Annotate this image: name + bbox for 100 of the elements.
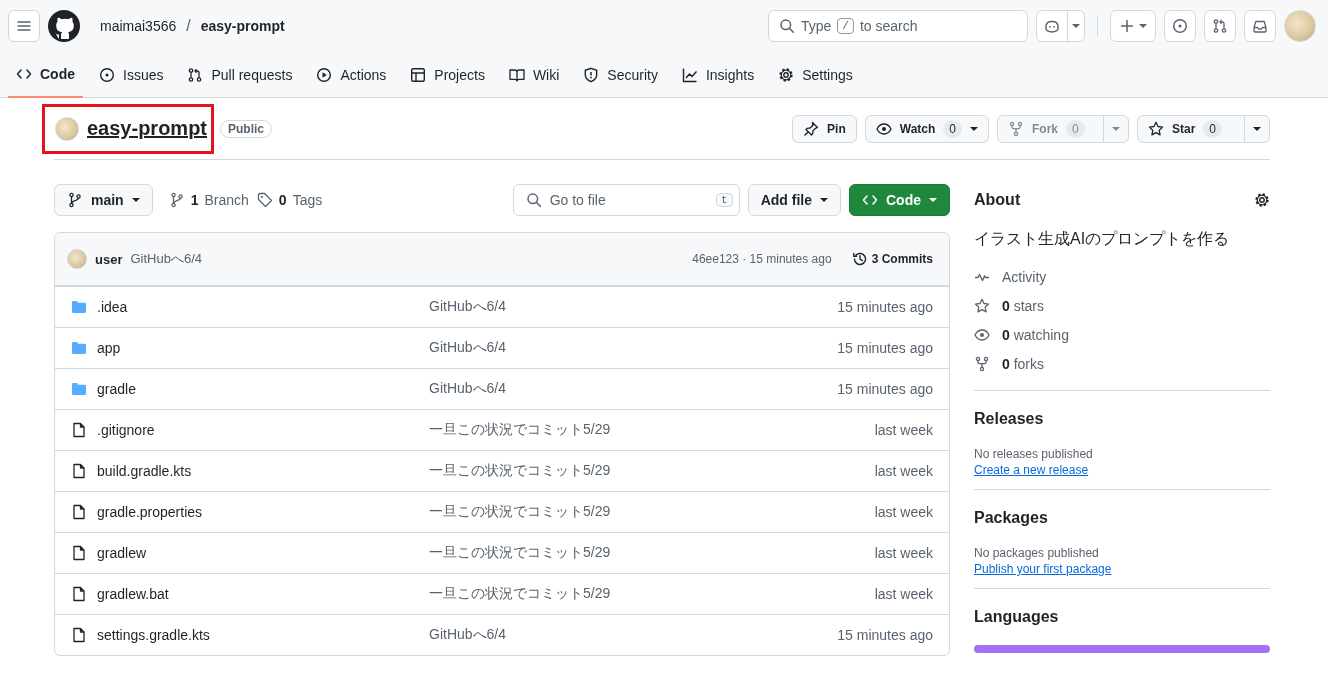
- shortcut-key: t: [716, 193, 733, 207]
- branch-selector[interactable]: main: [54, 184, 153, 216]
- commit-message[interactable]: GitHubへ6/4: [429, 298, 733, 316]
- pull-requests-button[interactable]: [1204, 10, 1236, 42]
- code-icon: [862, 192, 878, 208]
- search-hint: to search: [859, 18, 918, 34]
- nav-tab[interactable]: Actions: [308, 52, 395, 98]
- nav-tab[interactable]: Pull requests: [179, 52, 301, 98]
- caret-icon: [1072, 24, 1080, 28]
- eye-icon: [974, 326, 990, 343]
- branch-icon: [168, 192, 185, 208]
- tab-icon: [16, 66, 32, 82]
- count-label: 0: [1066, 119, 1085, 138]
- nav-tab[interactable]: Insights: [673, 52, 763, 98]
- tab-icon: [316, 67, 333, 83]
- folder-icon: [71, 340, 87, 356]
- file-icon: [71, 422, 87, 438]
- inbox-icon: [1252, 18, 1268, 34]
- commit-message[interactable]: 一旦この状況でコミット5/29: [429, 462, 733, 480]
- caret-icon: [1112, 126, 1120, 131]
- commit-message[interactable]: GitHubへ6/4: [429, 380, 733, 398]
- nav-tab[interactable]: Code: [8, 52, 83, 98]
- fork-icon: [974, 355, 990, 372]
- stat-link[interactable]: 0 watching: [1002, 326, 1069, 343]
- section-title: Packages: [974, 509, 1048, 527]
- nav-tab[interactable]: Security: [575, 52, 666, 98]
- file-search-field[interactable]: Go to file t: [512, 184, 740, 216]
- empty-note: No releases published: [974, 447, 1094, 461]
- breadcrumb-separator: /: [186, 17, 191, 35]
- commit-time: last week: [873, 422, 933, 438]
- commit-time: last week: [873, 463, 933, 479]
- commit-time: last week: [873, 586, 933, 602]
- commit-author[interactable]: user: [95, 251, 123, 267]
- caret-icon: [929, 198, 937, 202]
- stat-link[interactable]: 0 stars: [1002, 297, 1045, 314]
- commit-time: last week: [873, 545, 933, 561]
- tags-link[interactable]: 0 Tags: [256, 192, 323, 208]
- caret-icon: [1253, 126, 1261, 131]
- file-name[interactable]: gradlew: [97, 545, 147, 561]
- nav-tab[interactable]: Wiki: [500, 52, 568, 98]
- tab-icon: [681, 67, 698, 83]
- tab-icon: [99, 67, 115, 83]
- settings-icon[interactable]: [1254, 192, 1270, 208]
- logo-icon[interactable]: [48, 10, 80, 42]
- file-name[interactable]: .idea: [97, 299, 128, 315]
- file-name[interactable]: gradle: [97, 381, 136, 397]
- commit-message[interactable]: GitHubへ6/4: [429, 626, 733, 644]
- commit-hash-time[interactable]: 46ee123 · 15 minutes ago: [692, 252, 832, 266]
- repo-link[interactable]: easy-prompt: [200, 18, 285, 34]
- file-icon: [71, 586, 87, 602]
- commit-message[interactable]: GitHubへ6/4: [130, 250, 202, 268]
- star-icon: [1148, 120, 1164, 137]
- publish-package-link[interactable]: Publish your first package: [974, 562, 1112, 576]
- search-field[interactable]: Type / to search: [768, 10, 1028, 42]
- section-title: Releases: [974, 410, 1044, 428]
- file-name[interactable]: app: [97, 340, 121, 356]
- commit-message[interactable]: 一旦この状況でコミット5/29: [429, 544, 733, 562]
- eye-icon: [875, 120, 892, 137]
- nav-tab[interactable]: Settings: [770, 52, 861, 98]
- shortcut-key: /: [837, 18, 854, 34]
- pin-button[interactable]: Pin: [793, 115, 856, 142]
- menu-icon: [16, 18, 32, 34]
- folder-icon: [71, 381, 87, 397]
- repo-title[interactable]: easy-prompt: [87, 117, 208, 140]
- code-button[interactable]: Code: [849, 184, 950, 216]
- tab-icon: [508, 67, 525, 83]
- commit-message[interactable]: GitHubへ6/4: [429, 339, 733, 357]
- commit-message[interactable]: 一旦この状況でコミット5/29: [429, 503, 733, 521]
- file-name[interactable]: build.gradle.kts: [97, 463, 192, 479]
- caret-icon: [970, 126, 978, 131]
- branches-link[interactable]: 1 Branch: [168, 192, 249, 208]
- pull-request-icon: [1212, 18, 1228, 34]
- file-icon: [71, 627, 87, 643]
- search-icon: [779, 18, 795, 34]
- owner-link[interactable]: maimai3566: [100, 18, 177, 34]
- stat-link[interactable]: Activity: [1002, 268, 1047, 285]
- file-icon: [71, 504, 87, 520]
- nav-tab[interactable]: Projects: [402, 52, 493, 98]
- create-release-link[interactable]: Create a new release: [974, 463, 1089, 477]
- stat-link[interactable]: 0 forks: [1002, 355, 1045, 372]
- commit-time: 15 minutes ago: [836, 627, 933, 643]
- menu-button[interactable]: [8, 10, 40, 42]
- file-name[interactable]: .gitignore: [97, 422, 155, 438]
- commit-message[interactable]: 一旦この状況でコミット5/29: [429, 585, 733, 603]
- robot-icon: [1044, 18, 1060, 34]
- file-name[interactable]: settings.gradle.kts: [97, 627, 210, 643]
- nav-tab[interactable]: Issues: [91, 52, 172, 98]
- file-icon: [71, 545, 87, 561]
- inbox-button[interactable]: [1244, 10, 1276, 42]
- pin-icon: [803, 120, 820, 137]
- file-name[interactable]: gradlew.bat: [97, 586, 169, 602]
- issues-button[interactable]: [1164, 10, 1196, 42]
- commits-link[interactable]: 3 Commits: [851, 251, 933, 267]
- folder-icon: [71, 299, 87, 315]
- commit-message[interactable]: 一旦この状況でコミット5/29: [429, 421, 733, 439]
- add-file-button[interactable]: Add file: [747, 184, 841, 216]
- watch-button[interactable]: Watch 0: [865, 115, 988, 142]
- file-name[interactable]: gradle.properties: [97, 504, 203, 520]
- search-hint: Type: [801, 18, 832, 34]
- section-title: Languages: [974, 608, 1059, 626]
